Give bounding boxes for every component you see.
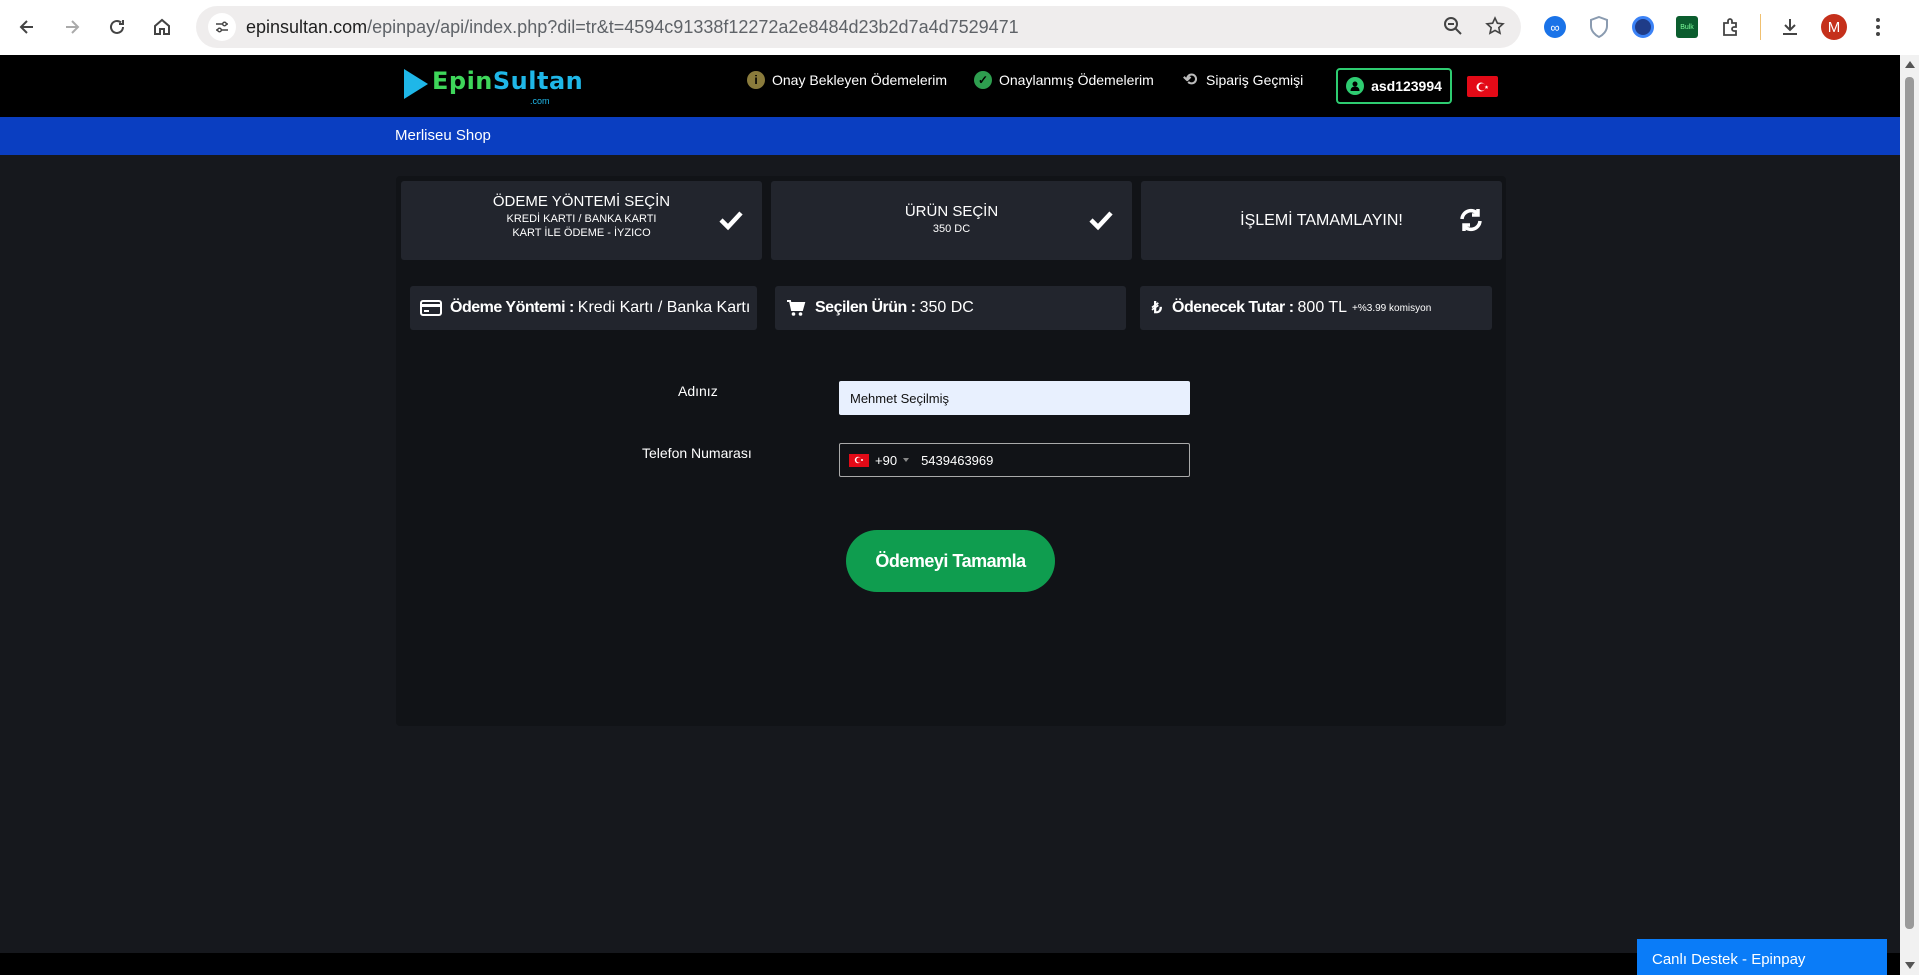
url-text: epinsultan.com/epinpay/api/index.php?dil… [246, 17, 1019, 38]
profile-avatar[interactable]: M [1819, 12, 1849, 42]
back-icon[interactable] [12, 12, 42, 42]
nav-approved-payments[interactable]: ✓ Onaylanmış Ödemelerim [974, 71, 1154, 89]
url-host: epinsultan.com [246, 16, 368, 37]
submit-label: Ödemeyi Tamamla [875, 550, 1026, 571]
nav-approved-label: Onaylanmış Ödemelerim [999, 72, 1154, 88]
extensions-puzzle-icon[interactable] [1716, 12, 1746, 42]
credit-card-icon [420, 297, 442, 319]
extension-shield-icon[interactable] [1584, 12, 1614, 42]
name-value: Mehmet Seçilmiş [850, 390, 949, 406]
turkey-flag-icon[interactable] [849, 453, 869, 467]
reload-icon[interactable] [102, 12, 132, 42]
lira-icon: ₺ [1151, 300, 1163, 317]
toolbar-divider [1760, 14, 1761, 40]
method-label: Ödeme Yöntemi : [450, 299, 574, 316]
bookmark-star-icon[interactable] [1483, 14, 1507, 38]
turkey-flag-icon[interactable] [1467, 76, 1498, 97]
history-icon: ⟲ [1182, 70, 1198, 89]
step-subtitle: KREDİ KARTI / BANKA KARTI [506, 213, 657, 225]
nav-pending-payments[interactable]: i Onay Bekleyen Ödemelerim [747, 71, 947, 89]
summary-amount: ₺ Ödenecek Tutar : 800 TL +%3.99 komisyo… [1140, 286, 1492, 330]
shop-title[interactable]: Merliseu Shop [395, 127, 491, 144]
step-subtitle: 350 DC [932, 223, 971, 235]
commission-note: +%3.99 komisyon [1352, 302, 1432, 314]
method-value: Kredi Kartı / Banka Kartı [577, 299, 751, 316]
username: asd123994 [1371, 78, 1442, 94]
amount-value: 800 TL [1297, 299, 1348, 316]
scrollbar-thumb[interactable] [1905, 77, 1914, 929]
logo-text-green: Epin [432, 67, 493, 95]
step-complete[interactable]: İŞLEMİ TAMAMLAYIN! [1141, 181, 1502, 260]
info-icon: i [747, 71, 765, 89]
profile-initial: M [1821, 14, 1847, 40]
refresh-icon [1460, 208, 1482, 232]
scroll-down-icon[interactable] [1905, 962, 1915, 969]
url-path: /epinpay/api/index.php?dil=tr&t=4594c913… [367, 16, 1019, 37]
address-bar[interactable]: epinsultan.com/epinpay/api/index.php?dil… [196, 6, 1521, 48]
live-support-button[interactable]: Canlı Destek - Epinpay [1637, 939, 1887, 975]
user-account-button[interactable]: asd123994 [1336, 68, 1452, 104]
logo-suffix: .com [530, 96, 550, 106]
epinsultan-logo[interactable]: EpinSultan .com [404, 67, 583, 106]
scroll-up-icon[interactable] [1905, 61, 1915, 68]
summary-payment-method: Ödeme Yöntemi : Kredi Kartı / Banka Kart… [410, 286, 757, 330]
step-payment-method[interactable]: ÖDEME YÖNTEMİ SEÇİN KREDİ KARTI / BANKA … [401, 181, 762, 260]
step-product[interactable]: ÜRÜN SEÇİN 350 DC [771, 181, 1132, 260]
logo-text: EpinSultan [432, 67, 583, 95]
nav-order-history[interactable]: ⟲ Sipariş Geçmişi [1181, 70, 1304, 89]
checkmark-icon [719, 211, 743, 231]
shop-bar: Merliseu Shop [0, 117, 1900, 155]
user-icon [1346, 77, 1365, 95]
step-title: ÜRÜN SEÇİN [904, 203, 999, 220]
summary-selected-product: Seçilen Ürün : 350 DC [775, 286, 1126, 330]
shopping-cart-icon [785, 297, 807, 319]
name-label: Adınız [678, 383, 718, 399]
chevron-down-icon[interactable] [903, 458, 910, 462]
product-label: Seçilen Ürün : [815, 299, 916, 316]
footer-strip [0, 953, 1900, 975]
phone-country-code[interactable]: +90 [875, 453, 897, 468]
extension-bulk-send-icon[interactable]: Bulk [1672, 12, 1702, 42]
extension-globe-icon[interactable] [1628, 12, 1658, 42]
nav-pending-label: Onay Bekleyen Ödemelerim [772, 72, 948, 88]
extension-infinity-icon[interactable]: ∞ [1540, 12, 1570, 42]
browser-menu-icon[interactable] [1863, 12, 1893, 42]
amount-label: Ödenecek Tutar : [1172, 299, 1294, 316]
name-input[interactable]: Mehmet Seçilmiş [839, 381, 1190, 415]
logo-play-icon [404, 69, 428, 99]
site-settings-icon[interactable] [208, 13, 236, 41]
payment-panel: ÖDEME YÖNTEMİ SEÇİN KREDİ KARTI / BANKA … [396, 176, 1506, 726]
phone-input[interactable]: +90 5439463969 [839, 443, 1190, 477]
product-value: 350 DC [919, 299, 974, 316]
home-icon[interactable] [147, 12, 177, 42]
live-support-label: Canlı Destek - Epinpay [1652, 951, 1806, 968]
complete-payment-button[interactable]: Ödemeyi Tamamla [846, 530, 1055, 592]
checkmark-icon [1089, 211, 1113, 231]
zoom-icon[interactable] [1441, 14, 1465, 38]
step-title: ÖDEME YÖNTEMİ SEÇİN [492, 193, 671, 210]
browser-toolbar: epinsultan.com/epinpay/api/index.php?dil… [0, 0, 1919, 55]
step-subtitle-2: KART İLE ÖDEME - İYZICO [512, 227, 651, 239]
step-title: İŞLEMİ TAMAMLAYIN! [1240, 212, 1403, 229]
phone-label: Telefon Numarası [642, 445, 752, 461]
logo-text-blue: Sultan [492, 67, 584, 95]
page-scrollbar[interactable] [1900, 55, 1919, 975]
nav-history-label: Sipariş Geçmişi [1206, 72, 1304, 88]
downloads-icon[interactable] [1775, 12, 1805, 42]
site-header: EpinSultan .com i Onay Bekleyen Ödemeler… [0, 55, 1900, 117]
phone-number-value: 5439463969 [921, 452, 994, 468]
forward-icon[interactable] [57, 12, 87, 42]
check-circle-icon: ✓ [974, 71, 992, 89]
